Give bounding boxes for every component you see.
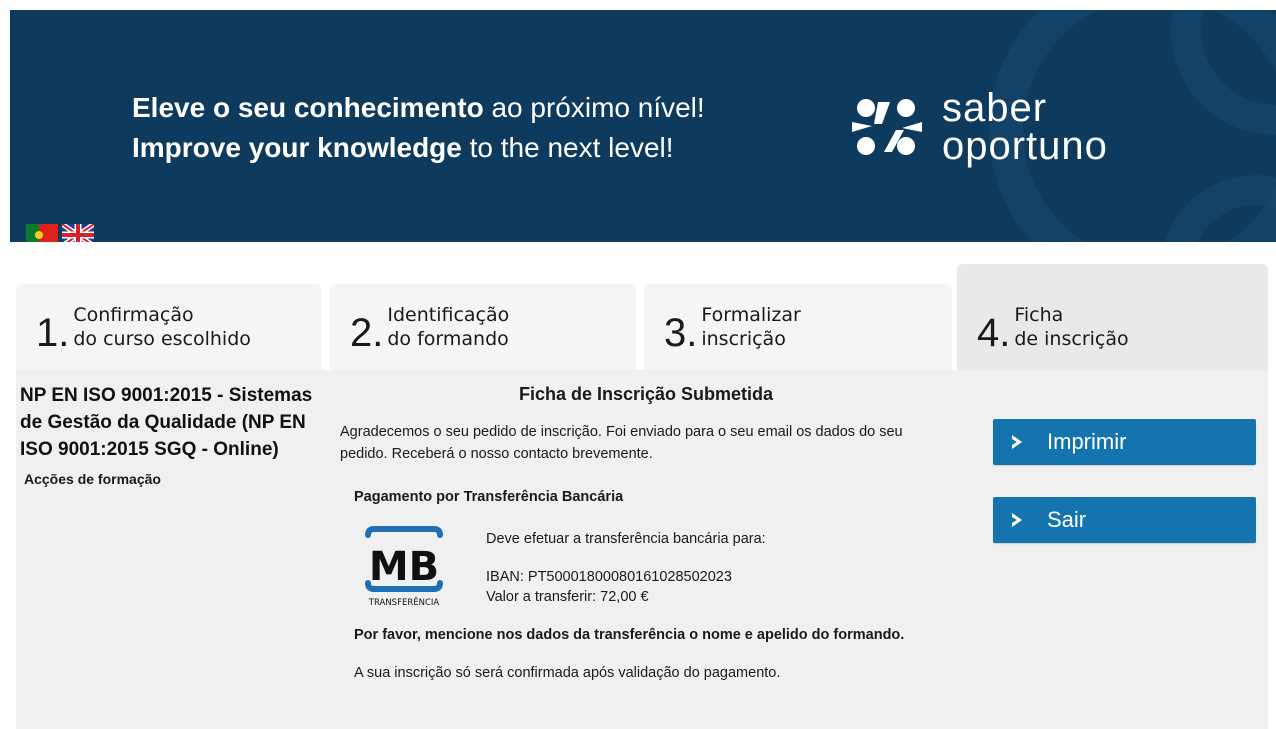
exit-button[interactable]: Sair	[993, 497, 1256, 543]
exit-button-label: Sair	[1047, 507, 1087, 532]
step-4-active[interactable]: 4. Ficha de inscrição	[957, 264, 1268, 370]
step-2[interactable]: 2. Identificação do formando	[330, 284, 636, 370]
page-title: Ficha de Inscrição Submetida	[518, 384, 774, 404]
step-number: 1.	[36, 311, 70, 355]
tagline-en-bold: Improve your knowledge	[132, 132, 462, 163]
logo-text-saber: saber	[942, 86, 1048, 130]
tagline-pt-rest: ao próximo nível!	[483, 92, 705, 123]
chevron-right-icon	[1012, 435, 1022, 449]
action-buttons: Imprimir Sair	[993, 419, 1256, 543]
course-title: NP EN ISO 9001:2015 - Sistemas de Gestão…	[20, 385, 313, 460]
language-switcher	[26, 224, 94, 242]
portugal-flag-icon[interactable]	[26, 224, 58, 242]
course-summary: NP EN ISO 9001:2015 - Sistemas de Gestão…	[16, 370, 326, 487]
tagline-en-rest: to the next level!	[461, 132, 674, 163]
tagline-pt-bold: Eleve o seu conhecimento	[132, 92, 484, 123]
step-number: 3.	[664, 311, 698, 355]
registration-steps: 1. Confirmação do curso escolhido 2. Ide…	[16, 264, 1268, 370]
mb-logo-text: MB	[369, 544, 439, 590]
print-button[interactable]: Imprimir	[993, 419, 1256, 465]
payment-details: MB TRANSFERÊNCIA Deve efetuar a transfer…	[340, 521, 952, 617]
content-panel: NP EN ISO 9001:2015 - Sistemas de Gestão…	[16, 370, 1268, 729]
step-3[interactable]: 3. Formalizar inscrição	[644, 284, 952, 370]
confirmation-notice: A sua inscrição só será confirmada após …	[354, 665, 781, 681]
step-label-line2: inscrição	[701, 328, 786, 350]
header-banner: Eleve o seu conhecimento ao próximo níve…	[10, 10, 1276, 242]
thanks-message: Agradecemos o seu pedido de inscrição. F…	[340, 424, 903, 462]
step-label-line1: Confirmação	[73, 304, 194, 326]
step-number: 4.	[977, 311, 1011, 355]
step-label-line1: Ficha	[1014, 304, 1064, 326]
course-category: Acções de formação	[24, 471, 161, 487]
saber-oportuno-logo-icon	[852, 99, 922, 155]
step-label-line2: de inscrição	[1014, 328, 1129, 350]
step-label-line1: Identificação	[387, 304, 510, 326]
step-1[interactable]: 1. Confirmação do curso escolhido	[16, 284, 322, 370]
step-label-line2: do curso escolhido	[73, 328, 251, 350]
submission-details: Ficha de Inscrição Submetida Agradecemos…	[326, 370, 966, 729]
logo-text-oportuno: oportuno	[942, 124, 1108, 168]
transfer-amount: Valor a transferir: 72,00 €	[486, 589, 649, 605]
print-button-label: Imprimir	[1047, 429, 1127, 454]
transfer-reference-notice: Por favor, mencione nos dados da transfe…	[354, 627, 905, 643]
step-label-line1: Formalizar	[701, 304, 801, 326]
transfer-intro: Deve efetuar a transferência bancária pa…	[486, 531, 766, 547]
saber-oportuno-logo[interactable]: saber oportuno	[846, 86, 1108, 168]
iban-value: IBAN: PT50001800080161028502023	[486, 569, 732, 585]
step-number: 2.	[350, 311, 384, 355]
step-label-line2: do formando	[387, 328, 509, 350]
tagline: Eleve o seu conhecimento ao próximo níve…	[132, 88, 705, 168]
multibanco-transfer-logo-icon: MB TRANSFERÊNCIA	[365, 526, 443, 608]
chevron-right-icon	[1012, 513, 1022, 527]
payment-method-title: Pagamento por Transferência Bancária	[354, 489, 624, 505]
uk-flag-icon[interactable]	[62, 224, 94, 242]
mb-logo-subtext: TRANSFERÊNCIA	[368, 596, 440, 608]
